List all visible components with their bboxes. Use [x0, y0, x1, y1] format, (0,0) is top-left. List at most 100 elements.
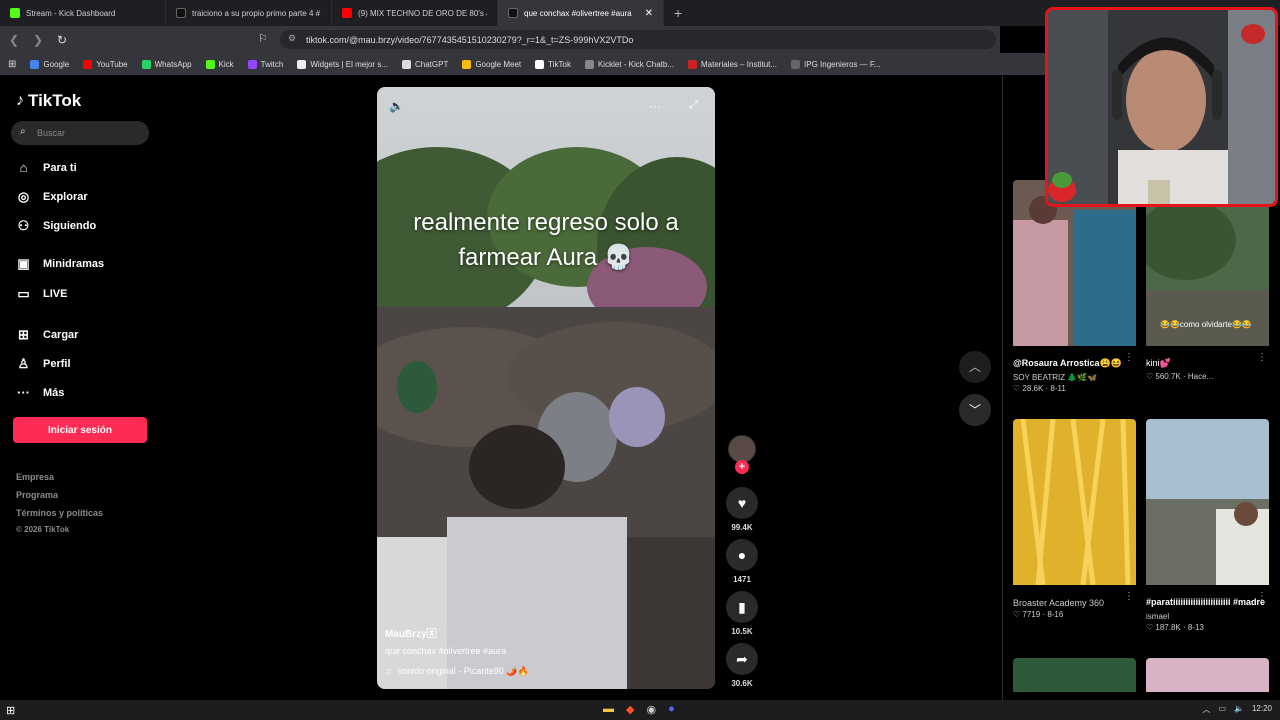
tiktok-icon — [508, 8, 518, 18]
bookmark-chatgpt[interactable]: ChatGPT — [401, 59, 449, 69]
nav-minidramas[interactable]: ▣ Minidramas — [16, 256, 104, 272]
related-video[interactable]: ⋮ @Rosaura Arrostica😩😆 SOY BEATRIZ 🌲🌿🦋 ♡… — [1013, 180, 1136, 393]
search-input[interactable]: ⌕ Buscar — [11, 121, 149, 145]
more-icon[interactable]: ⋮ — [1257, 591, 1267, 602]
bookmarks-bar: ⊞ Google YouTube WhatsApp Kick Twitch Wi… — [0, 53, 1045, 75]
tiktok-logo[interactable]: ♪ TikTok — [16, 91, 81, 111]
nav-siguiendo[interactable]: ⚇ Siguiendo — [16, 218, 97, 234]
network-icon[interactable]: ▭ — [1218, 704, 1226, 715]
related-video-thumbnail-partial[interactable] — [1146, 658, 1269, 692]
tiktok-sidebar: ♪ TikTok ⌕ Buscar ⌂ Para ti ◎ Explorar ⚇ Si… — [0, 75, 165, 700]
live-icon: ▭ — [17, 286, 30, 301]
view-count: 28.6K — [1022, 384, 1044, 393]
related-video[interactable]: ⋮ Broaster Academy 360 ♡ 7719 · 8-16 — [1013, 419, 1136, 619]
tab-tiktok-primo[interactable]: traiciono a su propio primo parte 4 # — [166, 0, 332, 26]
nav-cargar[interactable]: ⊞ Cargar — [16, 327, 78, 343]
discord-icon[interactable]: ● — [668, 703, 675, 716]
music-note-icon: ♫ — [385, 666, 392, 676]
nav-perfil[interactable]: ♙ Perfil — [16, 356, 71, 372]
bookmark-google-meet[interactable]: Google Meet — [462, 59, 521, 69]
nav-label: Para ti — [43, 161, 77, 174]
author-avatar[interactable] — [728, 435, 756, 463]
bookmark-icon[interactable]: ⚐ — [258, 32, 268, 45]
next-video-button[interactable]: ﹀ — [959, 394, 991, 426]
bookmark-label: Twitch — [260, 59, 284, 69]
bookmark-whatsapp[interactable]: WhatsApp — [141, 59, 192, 69]
forward-icon[interactable]: ❯ — [28, 33, 48, 47]
mute-icon[interactable]: 🔈 — [389, 99, 404, 113]
url-text: tiktok.com/@mau.brzy/video/7677435451510… — [306, 34, 634, 45]
bookmark-widgets[interactable]: Widgets | El mejor s... — [297, 59, 388, 69]
url-field[interactable]: ⚙ tiktok.com/@mau.brzy/video/76774354515… — [280, 30, 996, 49]
video-thumbnail — [1013, 419, 1136, 590]
save-button[interactable]: ▮ 10.5K — [725, 591, 759, 636]
video-user: SOY BEATRIZ 🌲🌿🦋 — [1013, 373, 1098, 382]
like-button[interactable]: ♥ 99.4K — [725, 487, 759, 532]
heart-icon: ♥ — [726, 487, 758, 519]
thumbnail-image — [1146, 419, 1269, 585]
save-count: 10.5K — [731, 627, 753, 636]
bookmark-label: ChatGPT — [414, 59, 449, 69]
brave-browser-icon[interactable]: ◆ — [626, 703, 634, 716]
nav-explorar[interactable]: ◎ Explorar — [16, 189, 88, 205]
related-video[interactable]: ⋮ #paratiiiiiiiiiiiiiiiiiiiiiii #madre i… — [1146, 419, 1269, 632]
video-player[interactable]: 🔈 ··· ⤢ realmente regreso solo a farmear… — [377, 87, 715, 689]
tab-kick-dashboard[interactable]: Stream - Kick Dashboard — [0, 0, 166, 26]
obs-icon[interactable]: ◉ — [646, 703, 656, 716]
apps-grid-icon[interactable]: ⊞ — [8, 59, 16, 70]
nav-para-ti[interactable]: ⌂ Para ti — [16, 160, 77, 175]
expand-icon[interactable]: ⤢ — [689, 99, 698, 112]
footer-empresa[interactable]: Empresa — [16, 472, 54, 482]
chatgpt-icon — [401, 59, 411, 69]
more-options-icon[interactable]: ··· — [649, 99, 661, 113]
reload-icon[interactable]: ↻ — [52, 33, 72, 47]
chevron-up-icon[interactable]: ︿ — [1202, 704, 1210, 715]
file-explorer-icon[interactable]: ▬ — [603, 703, 614, 716]
footer-programa[interactable]: Programa — [16, 490, 58, 500]
related-video-thumbnail-partial[interactable] — [1013, 658, 1136, 692]
clock[interactable]: 12:20 — [1252, 704, 1272, 715]
webcam-feed — [1048, 10, 1275, 204]
chevron-down-icon: ﹀ — [968, 403, 981, 417]
more-icon[interactable]: ⋮ — [1124, 591, 1134, 602]
video-sound[interactable]: ♫ sonido original - Picante90 🌶️🔥 — [385, 666, 529, 677]
tab-youtube-mix[interactable]: (9) MIX TECHNO DE ORO DE 80's & 9 — [332, 0, 498, 26]
bookmark-ipg[interactable]: IPG Ingenieros — F... — [791, 59, 881, 69]
tab-title: (9) MIX TECHNO DE ORO DE 80's & 9 — [358, 8, 487, 18]
video-user: ismael — [1146, 612, 1170, 621]
video-user: Broaster Academy 360 — [1013, 598, 1105, 608]
heart-outline-icon: ♡ — [1146, 372, 1156, 381]
bookmark-twitch[interactable]: Twitch — [247, 59, 284, 69]
more-icon[interactable]: ⋮ — [1257, 352, 1267, 363]
nav-mas[interactable]: ··· Más — [16, 385, 64, 400]
share-count: 30.6K — [731, 679, 753, 688]
kick-icon — [10, 8, 20, 18]
bookmark-youtube[interactable]: YouTube — [83, 59, 128, 69]
bookmark-label: Kick — [218, 59, 234, 69]
related-video[interactable]: 😂😂como olvidarte😂😂 ⋮ kini💕 ♡ 560.7K · Ha… — [1146, 180, 1269, 381]
tab-tiktok-active[interactable]: que conchax #olivertree #aura ✕ — [498, 0, 664, 26]
previous-video-button[interactable]: ︿ — [959, 351, 991, 383]
site-info-icon[interactable]: ⚙ — [288, 33, 296, 44]
like-count: 99.4K — [731, 523, 753, 532]
new-tab-icon[interactable]: + — [674, 5, 682, 21]
bookmark-tiktok[interactable]: TikTok — [535, 59, 571, 69]
bookmark-google[interactable]: Google — [30, 59, 69, 69]
view-count: 7719 — [1022, 610, 1041, 619]
close-icon[interactable]: ✕ — [645, 8, 653, 19]
minidramas-icon: ▣ — [17, 256, 30, 271]
video-author[interactable]: MauBrzy🅇 · Hace 13 h — [385, 625, 491, 640]
more-icon[interactable]: ⋮ — [1124, 352, 1134, 363]
share-button[interactable]: ➦ 30.6K — [725, 643, 759, 688]
follow-plus-icon[interactable]: + — [735, 460, 749, 474]
bookmark-kicklet[interactable]: Kicklet - Kick Chatb... — [584, 59, 674, 69]
nav-live[interactable]: ▭ LIVE — [16, 286, 67, 302]
back-icon[interactable]: ❮ — [4, 33, 24, 47]
comment-button[interactable]: ● 1471 — [725, 539, 759, 584]
footer-terminos[interactable]: Términos y políticas — [16, 508, 103, 518]
windows-start-icon[interactable]: ⊞ — [6, 704, 15, 717]
bookmark-kick[interactable]: Kick — [205, 59, 234, 69]
volume-icon[interactable]: 🔈 — [1234, 704, 1244, 715]
login-button[interactable]: Iniciar sesión — [13, 417, 147, 443]
bookmark-materiales[interactable]: Materiales – Institut... — [688, 59, 777, 69]
